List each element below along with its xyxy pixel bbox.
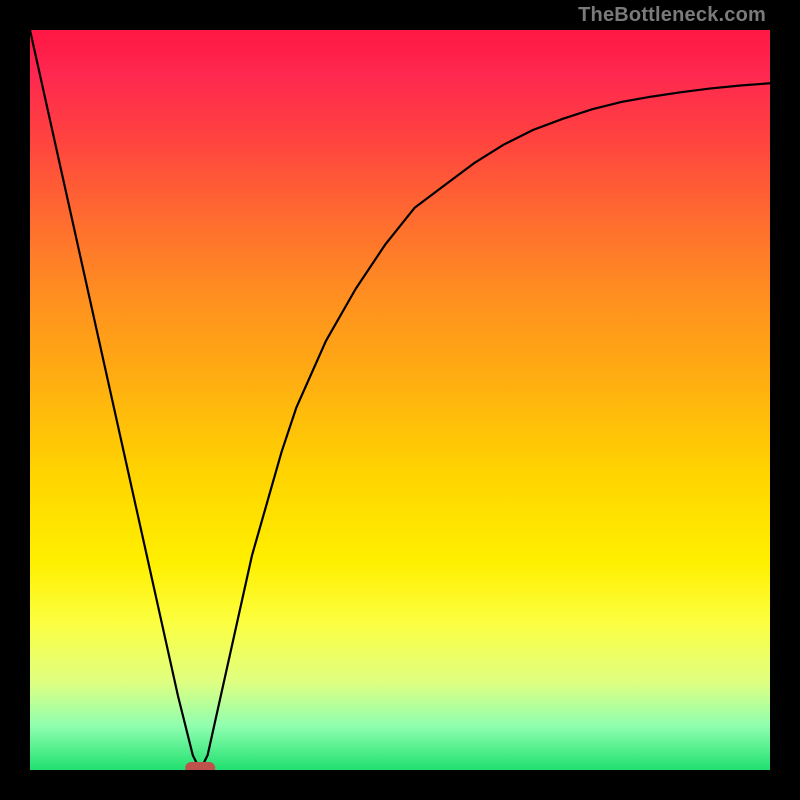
chart-svg	[30, 30, 770, 770]
marker-layer	[185, 762, 215, 770]
watermark-text: TheBottleneck.com	[578, 4, 766, 27]
chart-frame: TheBottleneck.com	[0, 0, 800, 800]
bottleneck-curve	[30, 30, 770, 770]
optimum-marker	[185, 762, 215, 770]
plot-area	[30, 30, 770, 770]
curve-layer	[30, 30, 770, 770]
